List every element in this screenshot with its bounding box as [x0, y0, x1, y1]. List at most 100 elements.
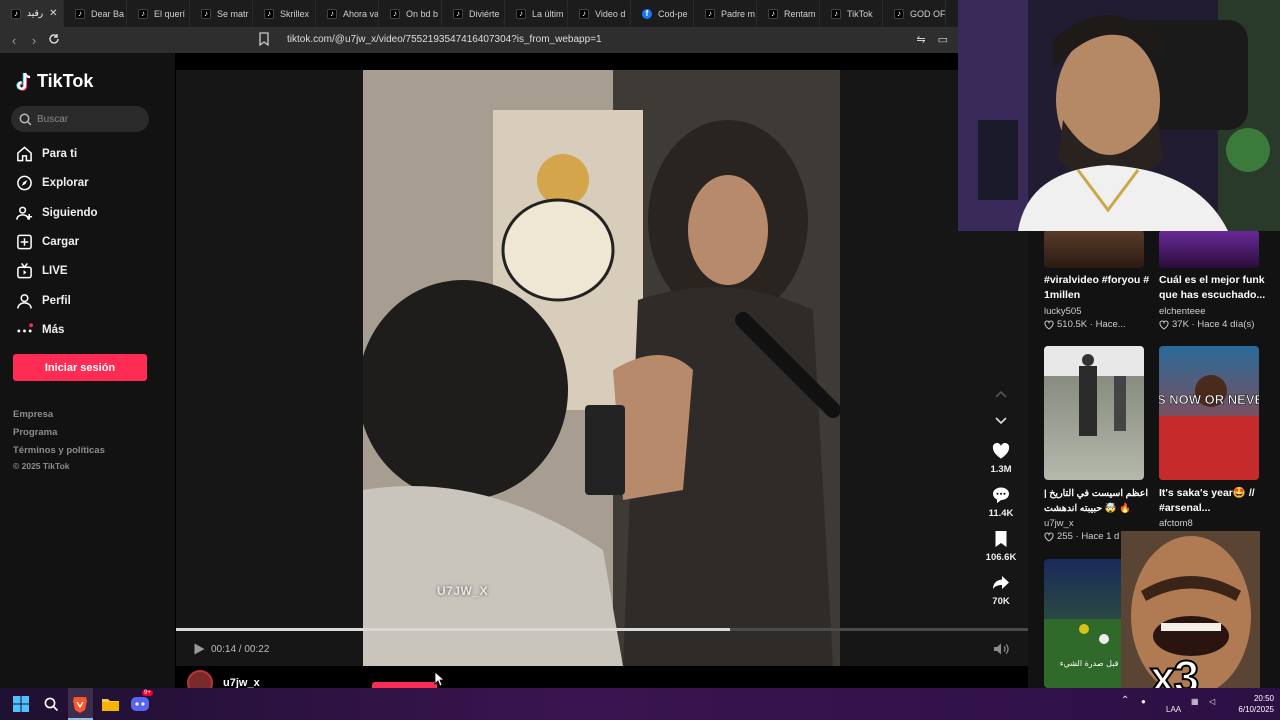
sidebar-item-label: Perfil — [42, 294, 71, 307]
forward-icon[interactable]: › — [24, 33, 44, 48]
browser-tab[interactable]: ♪ Se matr — [190, 0, 253, 27]
chevron-up-icon[interactable] — [993, 388, 1009, 400]
browser-tab-label: Rentam — [784, 8, 816, 19]
compass-icon — [16, 175, 33, 192]
rec-author-4[interactable]: afctom8 — [1159, 518, 1193, 529]
comment-action[interactable]: 11.4K — [983, 485, 1019, 519]
tiktok-icon: ♪ — [705, 8, 715, 19]
browser-tab[interactable]: ♪ رقيد ✕ — [0, 0, 64, 27]
translate-icon[interactable]: ⇋ — [916, 33, 925, 46]
brave-browser-icon[interactable] — [70, 694, 90, 714]
rec-thumbnail-3[interactable] — [1044, 346, 1144, 480]
like-action[interactable]: 1.3M — [983, 441, 1019, 475]
tiktok-logo[interactable]: TikTok — [15, 71, 93, 92]
tiktok-icon: ♪ — [11, 8, 21, 19]
heart-icon — [992, 442, 1010, 459]
tiktok-icon: ♪ — [75, 8, 85, 19]
video-progress-bar[interactable] — [176, 628, 1028, 631]
rec-thumbnail-4[interactable]: ITS NOW OR NEVER — [1159, 346, 1259, 480]
keyboard-language[interactable]: LAA — [1166, 705, 1181, 714]
more-icon — [16, 321, 33, 338]
tiktok-icon: ♪ — [138, 8, 148, 19]
close-tab-icon[interactable]: ✕ — [49, 8, 57, 19]
url-field[interactable]: tiktok.com/@u7jw_x/video/755219354741640… — [287, 34, 602, 45]
windows-start-icon[interactable] — [11, 694, 31, 714]
rec-thumbnail-1[interactable] — [1044, 230, 1144, 268]
browser-tab[interactable]: ♪ TikTok — [820, 0, 883, 27]
sidebar-item-siguiendo[interactable]: Siguiendo — [16, 201, 98, 225]
browser-tab[interactable]: ♪ On bd b — [379, 0, 442, 27]
search-input[interactable]: Buscar — [11, 106, 149, 132]
sidebar-item-label: Explorar — [42, 177, 89, 190]
rec-author-2[interactable]: elchenteee — [1159, 306, 1205, 317]
taskbar-search-icon[interactable] — [41, 694, 61, 714]
browser-tab[interactable]: ♪ El querí — [127, 0, 190, 27]
browser-tab[interactable]: ♪ Rentam — [757, 0, 820, 27]
sidebar-item-m-s[interactable]: Más — [16, 318, 64, 342]
play-icon[interactable] — [192, 642, 206, 656]
rec-author-1[interactable]: lucky505 — [1044, 306, 1082, 317]
sidebar-item-label: LIVE — [42, 265, 68, 278]
back-icon[interactable]: ‹ — [4, 33, 24, 48]
share-count: 70K — [992, 596, 1010, 607]
video-main-area: U7JW_X 1.3M 11.4K 106.6K 70K 00:14 / 00:… — [175, 53, 1028, 696]
browser-tab-label: Diviérte — [469, 8, 500, 19]
rec-thumbnail-2[interactable] — [1159, 230, 1259, 268]
file-explorer-icon[interactable] — [100, 694, 120, 714]
address-bar-actions: ⇋ ▭ — [916, 33, 948, 46]
speaker-icon[interactable]: ◁ — [1209, 697, 1215, 706]
browser-tab[interactable]: ♪ Dear Ba — [64, 0, 127, 27]
network-icon[interactable]: ▦ — [1191, 697, 1199, 706]
share-action[interactable]: 70K — [983, 573, 1019, 607]
video-player[interactable] — [363, 70, 840, 666]
tiktok-icon: ♪ — [831, 8, 841, 19]
sidebar-item-label: Cargar — [42, 235, 80, 248]
browser-tab[interactable]: ♪ GOD OF — [883, 0, 946, 27]
tray-app-icon[interactable]: ● — [1141, 697, 1146, 706]
tiktok-icon: ♪ — [453, 8, 463, 19]
tiktok-icon: ♪ — [327, 8, 337, 19]
browser-tab[interactable]: ♪ La últim — [505, 0, 568, 27]
thumb-overlay-text-2: قبل صدرة الشيء ♥ — [1060, 659, 1128, 668]
browser-tab-label: Video d — [595, 8, 626, 19]
browser-tab[interactable]: ♪ Padre m — [694, 0, 757, 27]
rec-meta-3: 255 · Hace 1 d — [1044, 531, 1119, 542]
thumb-overlay-text-1: ITS NOW OR NEVER — [1159, 392, 1259, 407]
tray-chevron-icon[interactable]: ⌃ — [1121, 695, 1129, 706]
sidebar-item-explorar[interactable]: Explorar — [16, 171, 89, 195]
rec-title-3[interactable]: اعظم اسيست في التاريخ | حبيبته اندهشت 🤯 … — [1044, 486, 1152, 516]
copyright: © 2025 TikTok — [13, 461, 70, 471]
bookmark-count: 106.6K — [985, 552, 1017, 563]
tiktok-logo-icon — [16, 72, 31, 91]
discord-icon[interactable]: 9+ — [130, 690, 153, 714]
sidebar-item-live[interactable]: LIVE — [16, 259, 68, 283]
browser-tab[interactable]: f Cod-pe — [631, 0, 694, 27]
bookmark-page-icon[interactable] — [258, 32, 270, 46]
browser-tab[interactable]: ♪ Ahora va — [316, 0, 379, 27]
tiktok-icon: ♪ — [390, 8, 400, 19]
rec-title-2[interactable]: Cuál es el mejor funk que has escuchado.… — [1159, 273, 1267, 303]
rec-author-3[interactable]: u7jw_x — [1044, 518, 1074, 529]
cast-icon[interactable]: ▭ — [938, 33, 948, 46]
browser-tab[interactable]: ♪ Skrillex — [253, 0, 316, 27]
sidebar-item-label: Más — [42, 323, 65, 336]
rec-title-1[interactable]: #viralvideo #foryou # 1millen — [1044, 273, 1152, 303]
browser-tab[interactable]: ♪ Video d — [568, 0, 631, 27]
footer-link-programa[interactable]: Programa — [13, 427, 57, 438]
facebook-icon: f — [642, 8, 652, 19]
tiktok-sidebar: TikTok Buscar Para ti Explorar Siguiendo Ca… — [0, 53, 175, 688]
system-clock[interactable]: 20:50 6/10/2025 — [1224, 693, 1274, 715]
volume-icon[interactable] — [993, 642, 1009, 656]
login-button[interactable]: Iniciar sesión — [13, 354, 147, 381]
footer-link-empresa[interactable]: Empresa — [13, 409, 53, 420]
rec-title-4[interactable]: It's saka's year🤩 // #arsenal... — [1159, 486, 1267, 516]
reload-icon[interactable] — [44, 33, 64, 48]
bookmark-action[interactable]: 106.6K — [983, 529, 1019, 563]
sidebar-item-perfil[interactable]: Perfil — [16, 289, 71, 313]
footer-link-terminos[interactable]: Términos y políticas — [13, 445, 105, 456]
browser-tab[interactable]: ♪ Diviérte — [442, 0, 505, 27]
like-count: 1.3M — [990, 464, 1012, 475]
sidebar-item-para-ti[interactable]: Para ti — [16, 142, 77, 166]
chevron-down-icon[interactable] — [993, 415, 1009, 427]
sidebar-item-cargar[interactable]: Cargar — [16, 230, 79, 254]
